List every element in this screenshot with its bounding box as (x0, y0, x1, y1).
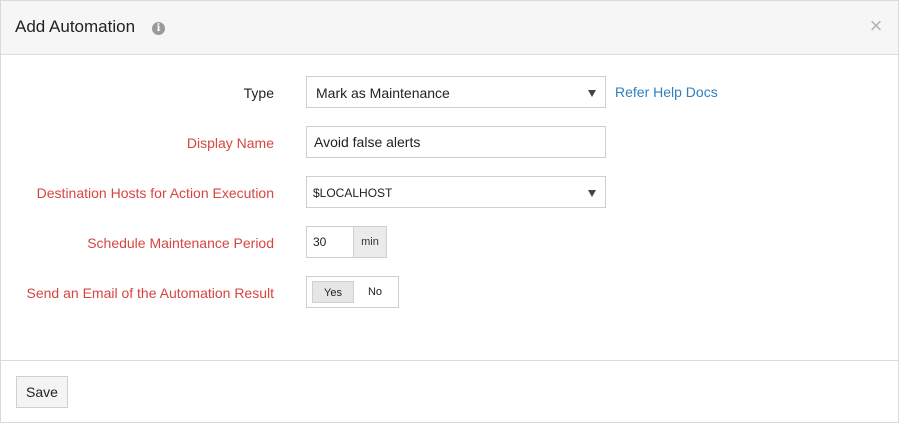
send-email-toggle: Yes No (306, 276, 399, 308)
type-select[interactable]: Mark as Maintenance (306, 76, 606, 108)
schedule-maintenance-input[interactable] (306, 226, 354, 258)
destination-hosts-label: Destination Hosts for Action Execution (36, 185, 274, 201)
display-name-label: Display Name (186, 135, 274, 151)
schedule-maintenance-group: min (306, 226, 387, 258)
add-automation-dialog: Add Automation i × Type Mark as Maintena… (0, 0, 899, 423)
chevron-down-icon (588, 90, 596, 97)
schedule-maintenance-label: Schedule Maintenance Period (87, 235, 274, 251)
type-label: Type (243, 85, 274, 101)
save-button[interactable]: Save (16, 376, 68, 408)
schedule-unit-addon: min (353, 226, 387, 258)
close-icon[interactable]: × (866, 15, 886, 37)
send-email-label: Send an Email of the Automation Result (26, 285, 274, 301)
dialog-title: Add Automation (15, 17, 136, 36)
footer-divider (1, 360, 898, 361)
send-email-yes-option[interactable]: Yes (312, 281, 354, 303)
chevron-down-icon (588, 190, 596, 197)
destination-hosts-value: $LOCALHOST (313, 186, 393, 200)
refer-help-docs-link[interactable]: Refer Help Docs (615, 84, 718, 100)
dialog-header: Add Automation i × (1, 1, 898, 55)
display-name-input[interactable] (306, 126, 606, 158)
type-select-value: Mark as Maintenance (316, 85, 450, 101)
info-icon[interactable]: i (152, 22, 165, 35)
send-email-no-option[interactable]: No (357, 281, 393, 303)
destination-hosts-select[interactable]: $LOCALHOST (306, 176, 606, 208)
